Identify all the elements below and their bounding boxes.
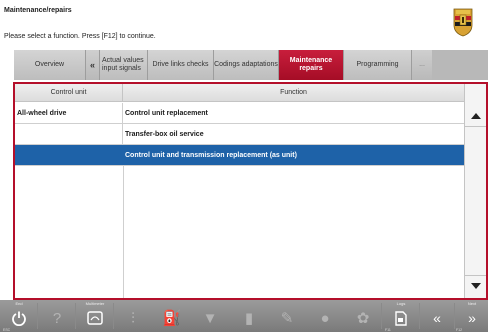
function-toolbar: End ESC ? Multimeter ⫶ ⛽ ▼ ▮ ✎ ● ✿ Logs … [0,300,488,332]
function-cell: Transfer-box oil service [125,130,204,138]
scroll-down-button[interactable] [465,276,486,296]
table-header: Control unit Function [15,84,464,102]
column-divider [123,166,124,298]
multimeter-button[interactable]: Multimeter [78,300,112,332]
bulb-button[interactable]: ▮ [232,300,266,332]
toolbar-divider [37,303,38,329]
control-unit-cell [15,124,123,144]
header: Maintenance/repairs Please select a func… [0,0,488,48]
tab-scroll-left[interactable]: « [86,50,100,80]
function-list: All-wheel drive Control unit replacement… [15,103,464,166]
scroll-divider [465,126,486,127]
table-row-selected[interactable]: Control unit and transmission replacemen… [15,145,464,166]
settings-button[interactable]: ✿ [346,300,380,332]
page-instruction: Please select a function. Press [F12] to… [4,33,156,40]
tab-bar: Overview « Actual values input signals D… [14,50,488,80]
scrollbar[interactable] [464,84,486,298]
next-icon: » [468,310,476,326]
column-header-function: Function [280,89,307,96]
toolbar-divider [113,303,114,329]
chart-icon: ⫶ [131,309,135,327]
control-unit-cell [15,145,123,165]
back-button[interactable]: « [420,300,454,332]
table-row[interactable]: Transfer-box oil service [15,124,464,145]
chart-button[interactable]: ⫶ [116,300,150,332]
tab-programming[interactable]: Programming [344,50,412,80]
function-cell: Control unit replacement [125,109,208,117]
next-button[interactable]: Next » F12 [455,300,488,332]
scroll-up-button[interactable] [465,106,486,126]
power-icon [11,307,27,329]
toolbar-divider [75,303,76,329]
table-row[interactable]: All-wheel drive Control unit replacement [15,103,464,124]
logs-button[interactable]: Logs F11 [384,300,418,332]
porsche-crest-icon [453,8,473,37]
function-panel: Control unit Function All-wheel drive Co… [13,82,488,300]
logs-icon [395,307,407,329]
function-cell: Control unit and transmission replacemen… [125,151,297,159]
end-key: ESC [3,328,11,332]
next-key: F12 [456,328,463,332]
record-icon: ● [320,309,330,327]
control-unit-cell: All-wheel drive [15,103,123,123]
tab-maintenance[interactable]: Maintenance repairs [279,50,344,80]
toolbar-divider [381,303,382,329]
column-header-control-unit: Control unit [15,84,123,101]
tab-drive-links[interactable]: Drive links checks [148,50,214,80]
settings-icon: ✿ [356,310,370,327]
tab-actual-values[interactable]: Actual values input signals [100,50,148,80]
fuel-button[interactable]: ⛽ [155,300,189,332]
arrow-down-icon [470,283,481,289]
wrench-button[interactable]: ✎ [270,300,304,332]
arrow-up-icon [470,113,481,119]
filter-icon: ▼ [202,309,218,327]
bulb-icon: ▮ [244,310,254,327]
tab-overview[interactable]: Overview [14,50,86,80]
logs-key: F11 [385,328,391,332]
tab-more[interactable]: ... [412,50,432,80]
multimeter-icon [87,307,103,329]
tab-codings[interactable]: Codings adaptations [214,50,279,80]
filter-button[interactable]: ▼ [193,300,227,332]
help-icon: ? [52,309,62,327]
record-button[interactable]: ● [308,300,342,332]
wrench-icon: ✎ [280,310,294,327]
help-button[interactable]: ? [40,300,74,332]
page-title: Maintenance/repairs [4,7,72,14]
end-button[interactable]: End ESC [2,300,36,332]
back-icon: « [433,310,441,326]
fuel-icon: ⛽ [162,310,182,327]
